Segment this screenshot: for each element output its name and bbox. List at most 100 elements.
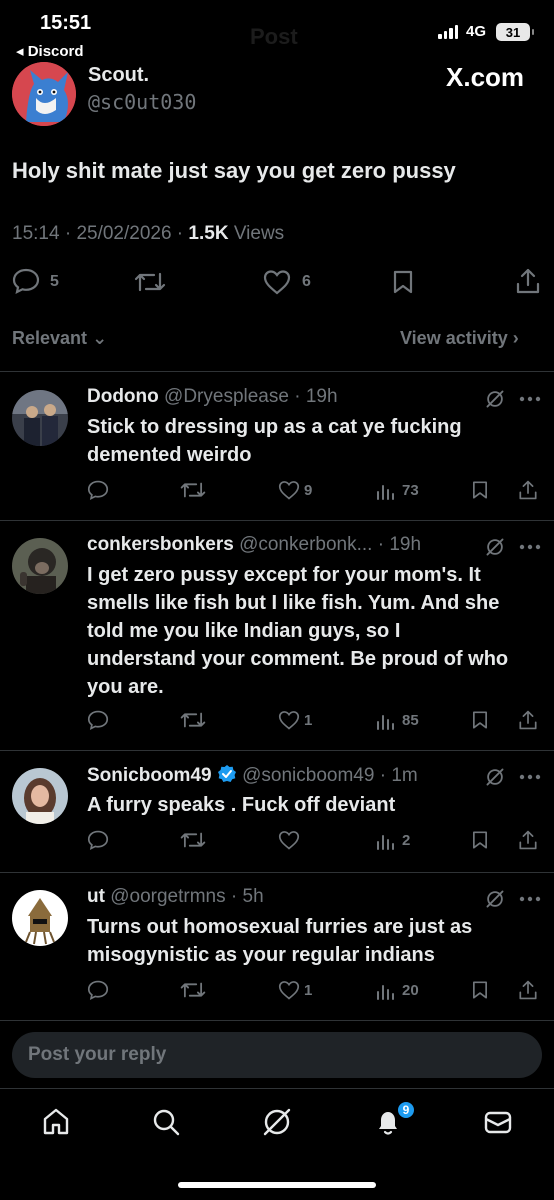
verified-badge-icon — [217, 764, 237, 790]
repost-icon[interactable] — [180, 710, 206, 730]
bookmark-icon[interactable] — [471, 480, 489, 500]
bookmark-icon[interactable] — [471, 830, 489, 850]
reply-text-line: smells like fish but I like fish. Yum. A… — [87, 592, 500, 614]
grok-icon[interactable] — [261, 1106, 293, 1138]
view-activity-link[interactable]: View activity › — [400, 328, 519, 349]
reply-header: conkersbonkers @conkerbonk... · 19h — [87, 534, 422, 555]
battery-level: 31 — [505, 24, 521, 40]
view-count: 85 — [402, 712, 419, 729]
reply-author-name[interactable]: Sonicboom49 — [87, 765, 212, 786]
reply-text-line: told me you like Indian guys, so I — [87, 620, 401, 642]
reply-text-line: Stick to dressing up as a cat ye fucking — [87, 416, 462, 438]
reply-text: A furry speaks . Fuck off deviant — [87, 791, 547, 819]
like-count: 9 — [304, 482, 313, 499]
grok-icon[interactable] — [484, 536, 506, 558]
header-title: Post — [250, 24, 298, 49]
reply-avatar[interactable] — [12, 390, 68, 446]
bookmark-icon[interactable] — [471, 710, 489, 730]
share-icon[interactable] — [518, 829, 538, 851]
messages-icon[interactable] — [482, 1106, 514, 1138]
grok-icon[interactable] — [484, 766, 506, 788]
reply-placeholder: Post your reply — [28, 1044, 167, 1065]
like-icon[interactable] — [263, 269, 291, 295]
like-count: 1 — [304, 712, 313, 729]
like-count: 1 — [304, 982, 313, 999]
reply-count: 5 — [50, 273, 59, 290]
reply-author-name[interactable]: conkersbonkers — [87, 534, 234, 555]
signal-icon — [438, 25, 458, 39]
reply-text-line: I get zero pussy except for your mom's. … — [87, 564, 481, 586]
home-icon[interactable] — [40, 1106, 72, 1138]
reply-icon[interactable] — [12, 268, 40, 294]
views-icon[interactable] — [376, 982, 396, 1000]
author-handle[interactable]: @sc0ut030 — [88, 90, 196, 114]
views-icon[interactable] — [376, 482, 396, 500]
reply-text-line: understand your comment. Be proud of who — [87, 648, 509, 670]
grok-icon[interactable] — [484, 888, 506, 910]
reply-age: 19h — [305, 386, 338, 407]
reply-author-handle[interactable]: @conkerbonk... — [239, 534, 372, 555]
home-indicator — [178, 1182, 376, 1188]
reply-age: 19h — [389, 534, 422, 555]
reply-icon[interactable] — [87, 710, 109, 730]
divider — [0, 872, 554, 873]
reply-text-line: demented weirdo — [87, 444, 252, 466]
divider — [0, 371, 554, 372]
reply-header: Dodono @Dryesplease · 19h — [87, 386, 338, 407]
status-time: 15:51 — [40, 12, 92, 34]
views-icon[interactable] — [376, 712, 396, 730]
repost-icon[interactable] — [134, 270, 166, 294]
reply-header: ut @oorgetrmns · 5h — [87, 886, 264, 907]
reply-author-name[interactable]: Dodono — [87, 386, 159, 407]
back-to-discord-link[interactable]: ◂ Discord — [16, 42, 84, 60]
share-icon[interactable] — [518, 479, 538, 501]
more-icon[interactable] — [519, 544, 541, 550]
network-type: 4G — [466, 23, 487, 40]
post-text: Holy shit mate just say you get zero pus… — [12, 158, 456, 183]
share-icon[interactable] — [515, 267, 541, 295]
notification-badge: 9 — [396, 1100, 416, 1120]
bookmark-icon[interactable] — [392, 269, 414, 295]
reply-avatar[interactable] — [12, 538, 68, 594]
reply-author-handle[interactable]: @oorgetrmns — [110, 886, 225, 907]
reply-text: Turns out homosexual furries are just as… — [87, 913, 547, 969]
author-avatar[interactable] — [12, 62, 76, 126]
repost-icon[interactable] — [180, 830, 206, 850]
sort-label: Relevant — [12, 328, 88, 348]
like-icon[interactable] — [278, 480, 300, 500]
sort-dropdown[interactable]: Relevant ⌄ — [12, 328, 107, 349]
battery-icon: 31 — [496, 23, 534, 41]
author-name[interactable]: Scout. — [88, 64, 149, 87]
divider — [0, 750, 554, 751]
reply-avatar[interactable] — [12, 890, 68, 946]
reply-age: 1m — [391, 765, 418, 786]
more-icon[interactable] — [519, 396, 541, 402]
like-icon[interactable] — [278, 830, 300, 850]
divider — [0, 520, 554, 521]
bookmark-icon[interactable] — [471, 980, 489, 1000]
post-views-label: Views — [233, 223, 285, 244]
reply-author-name[interactable]: ut — [87, 886, 105, 907]
repost-icon[interactable] — [180, 980, 206, 1000]
views-icon[interactable] — [376, 832, 396, 850]
reply-author-handle[interactable]: @sonicboom49 — [242, 765, 374, 786]
reply-author-handle[interactable]: @Dryesplease — [164, 386, 289, 407]
source-label: X.com — [446, 62, 525, 92]
like-icon[interactable] — [278, 710, 300, 730]
share-icon[interactable] — [518, 979, 538, 1001]
reply-icon[interactable] — [87, 980, 109, 1000]
more-icon[interactable] — [519, 774, 541, 780]
repost-icon[interactable] — [180, 480, 206, 500]
reply-icon[interactable] — [87, 830, 109, 850]
chevron-right-icon: › — [512, 328, 519, 348]
like-icon[interactable] — [278, 980, 300, 1000]
view-activity-label: View activity — [400, 328, 508, 348]
grok-icon[interactable] — [484, 388, 506, 410]
reply-icon[interactable] — [87, 480, 109, 500]
reply-avatar[interactable] — [12, 768, 68, 824]
search-icon[interactable] — [150, 1106, 182, 1138]
more-icon[interactable] — [519, 896, 541, 902]
reply-input[interactable]: Post your reply — [12, 1032, 542, 1078]
share-icon[interactable] — [518, 709, 538, 731]
reply-header: Sonicboom49 @sonicboom49 · 1m — [87, 764, 418, 790]
